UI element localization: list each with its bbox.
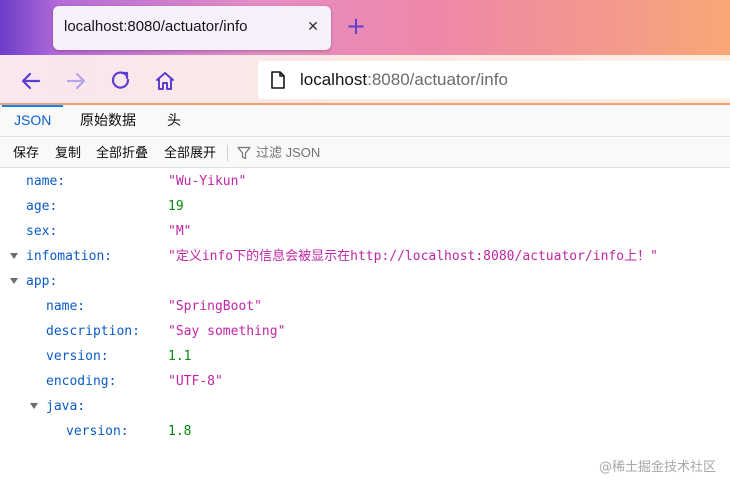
forward-arrow-icon[interactable]: [62, 67, 90, 95]
json-row-name[interactable]: name: "Wu-Yikun": [0, 169, 730, 194]
filter-icon: [237, 146, 251, 160]
browser-tab[interactable]: localhost:8080/actuator/info ✕: [53, 6, 331, 50]
collapse-all-button[interactable]: 全部折叠: [96, 138, 148, 168]
json-value: "Say something": [168, 324, 286, 339]
json-key: app:: [26, 274, 58, 289]
save-button[interactable]: 保存: [13, 138, 39, 168]
watermark: @稀土掘金技术社区: [598, 460, 716, 475]
json-key: name:: [26, 174, 66, 189]
json-key: java:: [46, 399, 86, 414]
json-row-app-name[interactable]: name: "SpringBoot": [0, 294, 730, 319]
json-row-sex[interactable]: sex: "M": [0, 219, 730, 244]
url-host: localhost: [300, 70, 368, 89]
json-value: "M": [168, 224, 192, 239]
tab-strip: localhost:8080/actuator/info ✕ +: [0, 0, 730, 55]
viewer-tabs: JSON 原始数据 头: [0, 105, 730, 137]
tab-title: localhost:8080/actuator/info: [64, 18, 248, 35]
filter-json-input[interactable]: 过滤 JSON: [256, 138, 320, 168]
json-row-app-version[interactable]: version: 1.1: [0, 344, 730, 369]
new-tab-button[interactable]: +: [344, 14, 368, 38]
json-toolbar: 保存 复制 全部折叠 全部展开 过滤 JSON: [0, 138, 730, 168]
json-value: 19: [168, 199, 184, 214]
home-icon[interactable]: [151, 67, 179, 95]
json-value: "Wu-Yikun": [168, 174, 247, 189]
json-row-app-java[interactable]: java:: [0, 394, 730, 419]
json-key: encoding:: [46, 374, 117, 389]
url-path: :8080/actuator/info: [367, 70, 508, 89]
json-row-age[interactable]: age: 19: [0, 194, 730, 219]
json-key: name:: [46, 299, 86, 314]
json-value: "定义info下的信息会被显示在http://localhost:8080/ac…: [168, 249, 658, 264]
json-key: sex:: [26, 224, 58, 239]
tab-json[interactable]: JSON: [1, 105, 64, 136]
tab-headers[interactable]: 头: [167, 105, 181, 136]
navigation-bar: localhost:8080/actuator/info: [0, 55, 730, 105]
tab-raw-data[interactable]: 原始数据: [80, 105, 136, 136]
back-arrow-icon[interactable]: [17, 67, 45, 95]
json-row-app[interactable]: app:: [0, 269, 730, 294]
url-text[interactable]: localhost:8080/actuator/info: [300, 70, 508, 90]
copy-button[interactable]: 复制: [55, 138, 81, 168]
url-bar[interactable]: localhost:8080/actuator/info: [258, 61, 730, 99]
json-value: "UTF-8": [168, 374, 223, 389]
json-value: "SpringBoot": [168, 299, 262, 314]
json-key: description:: [46, 324, 140, 339]
close-icon[interactable]: ✕: [304, 18, 322, 36]
json-value: 1.1: [168, 349, 192, 364]
expand-all-button[interactable]: 全部展开: [164, 138, 216, 168]
json-key: version:: [46, 349, 109, 364]
expand-arrow-icon[interactable]: [30, 403, 38, 409]
json-key: age:: [26, 199, 58, 214]
json-row-app-description[interactable]: description: "Say something": [0, 319, 730, 344]
expand-arrow-icon[interactable]: [10, 278, 18, 284]
json-row-java-version[interactable]: version: 1.8: [0, 419, 730, 444]
expand-arrow-icon[interactable]: [10, 253, 18, 259]
json-row-infomation[interactable]: infomation: "定义info下的信息会被显示在http://local…: [0, 244, 730, 269]
page-icon: [271, 71, 285, 89]
json-value: 1.8: [168, 424, 192, 439]
json-key: version:: [66, 424, 129, 439]
json-key: infomation:: [26, 249, 113, 264]
reload-icon[interactable]: [107, 67, 135, 95]
toolbar-divider: [227, 145, 228, 161]
json-row-app-encoding[interactable]: encoding: "UTF-8": [0, 369, 730, 394]
json-tree: name: "Wu-Yikun" age: 19 sex: "M" infoma…: [0, 169, 730, 449]
